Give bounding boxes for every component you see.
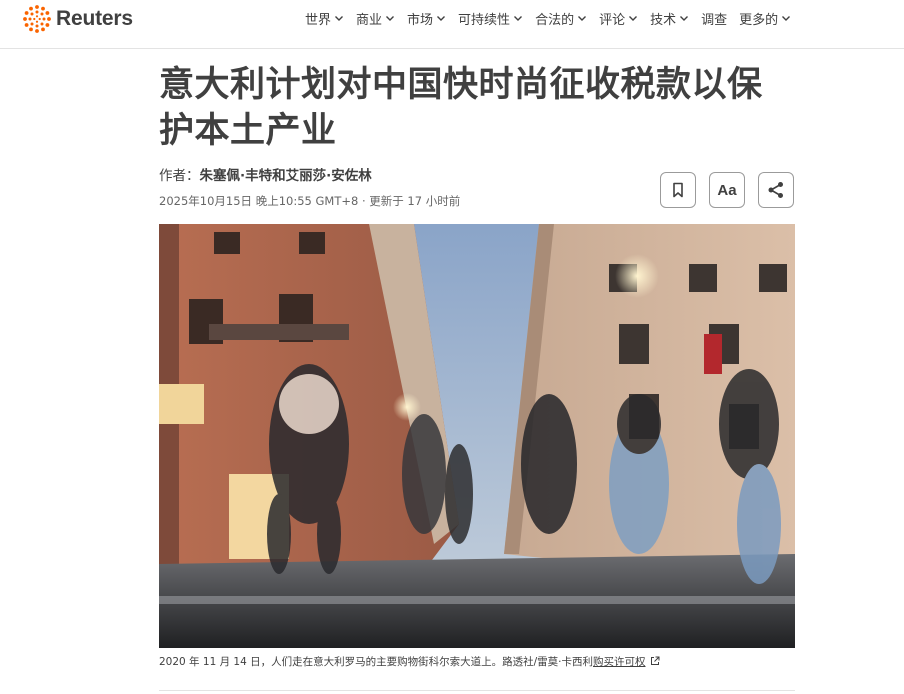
license-link[interactable]: 购买许可权 — [593, 656, 646, 668]
byline: 作者：朱塞佩·丰特和艾丽莎·安佐林 — [159, 164, 372, 184]
nav-item-business[interactable]: 商业 — [356, 9, 395, 28]
chevron-down-icon — [578, 16, 587, 21]
article-hero-photo — [159, 224, 795, 648]
nav-item-label: 市场 — [407, 12, 434, 28]
chevron-down-icon — [782, 16, 791, 21]
main-nav: 世界 商业 市场 可持续性 合法的 评论 技术 调查 更多的 — [305, 8, 803, 28]
bookmark-button[interactable] — [660, 172, 696, 208]
nav-item-label: 技术 — [650, 12, 677, 28]
nav-item-commentary[interactable]: 评论 — [599, 9, 638, 28]
chevron-down-icon — [680, 16, 689, 21]
author-links[interactable]: 朱塞佩·丰特和艾丽莎·安佐林 — [200, 168, 372, 184]
brand-name: Reuters — [56, 7, 133, 30]
nav-item-technology[interactable]: 技术 — [650, 9, 689, 28]
nav-item-investigations[interactable]: 调查 — [701, 9, 727, 28]
bookmark-icon — [673, 182, 683, 198]
nav-item-label: 更多的 — [739, 12, 779, 28]
nav-item-label: 可持续性 — [458, 12, 511, 28]
nav-item-label: 合法的 — [535, 12, 575, 28]
share-icon — [768, 182, 783, 198]
nav-item-more[interactable]: 更多的 — [739, 9, 791, 28]
nav-item-label: 评论 — [599, 12, 626, 28]
nav-item-sustainability[interactable]: 可持续性 — [458, 9, 523, 28]
share-button[interactable] — [758, 172, 794, 208]
external-link-icon — [650, 656, 660, 665]
chevron-down-icon — [335, 16, 344, 21]
photo-caption: 2020 年 11 月 14 日，人们走在意大利罗马的主要购物街科尔索大道上。路… — [159, 654, 660, 669]
byline-prefix: 作者： — [159, 168, 200, 184]
article-dateline: 2025年10月15日 晚上10:55 GMT+8 · 更新于 17 小时前 — [159, 194, 461, 208]
site-header: Reuters 世界 商业 市场 可持续性 合法的 评论 技术 调查 更多的 — [0, 0, 904, 49]
chevron-down-icon — [437, 16, 446, 21]
nav-item-label: 世界 — [305, 12, 332, 28]
reuters-dot-ring-icon — [23, 5, 51, 33]
chevron-down-icon — [386, 16, 395, 21]
reuters-logo[interactable]: Reuters — [22, 4, 133, 34]
nav-item-legal[interactable]: 合法的 — [535, 9, 587, 28]
nav-item-label: 商业 — [356, 12, 383, 28]
font-size-label: Aa — [717, 181, 737, 199]
article-headline: 意大利计划对中国快时尚征收税款以保护本土产业 — [159, 65, 763, 151]
nav-item-markets[interactable]: 市场 — [407, 9, 446, 28]
content-divider — [159, 690, 795, 691]
caption-text: 2020 年 11 月 14 日，人们走在意大利罗马的主要购物街科尔索大道上。路… — [159, 656, 594, 668]
nav-item-label: 调查 — [701, 12, 728, 28]
street-scene-image — [159, 224, 795, 648]
nav-item-world[interactable]: 世界 — [305, 9, 344, 28]
font-size-button[interactable]: Aa — [709, 172, 745, 208]
chevron-down-icon — [629, 16, 638, 21]
chevron-down-icon — [514, 16, 523, 21]
